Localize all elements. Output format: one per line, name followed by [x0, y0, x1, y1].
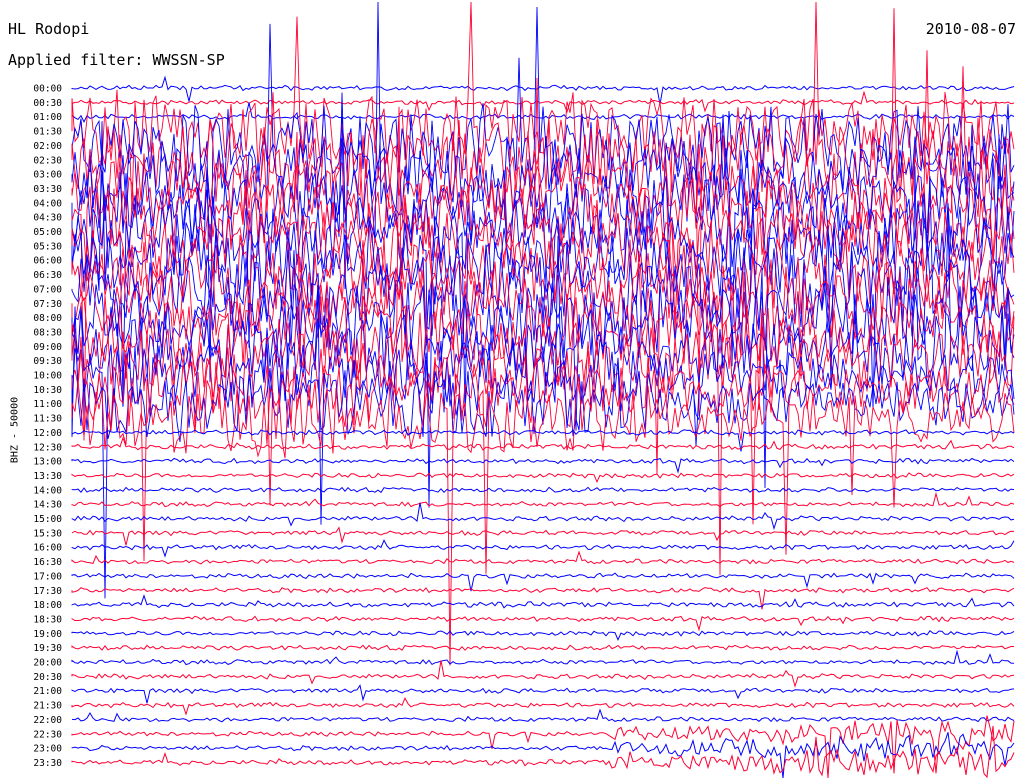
- trace-line: [71, 660, 1015, 688]
- time-tick-label: 17:30: [33, 586, 62, 597]
- time-tick-label: 10:30: [33, 385, 62, 396]
- time-tick-label: 02:00: [33, 141, 62, 152]
- time-tick-label: 04:30: [33, 213, 62, 224]
- time-tick-label: 14:00: [33, 485, 62, 496]
- time-tick-label: 15:30: [33, 528, 62, 539]
- time-tick-label: 13:00: [33, 457, 62, 468]
- time-tick-label: 14:30: [33, 500, 62, 511]
- time-tick-label: 05:30: [33, 241, 62, 252]
- trace-line: [71, 697, 1015, 716]
- helicorder-plot: 00:00 00:30 01:00 01:30 02:00 02:30 03:00 03:30…: [33, 1, 1015, 779]
- time-tick-label: 19:30: [33, 643, 62, 654]
- time-tick-label: 12:00: [33, 428, 62, 439]
- time-tick-label: 23:30: [33, 758, 62, 769]
- time-tick-label: 05:00: [33, 227, 62, 238]
- trace-line: [71, 644, 1014, 651]
- time-tick-label: 11:30: [33, 414, 62, 425]
- time-tick-label: 08:00: [33, 313, 62, 324]
- time-tick-label: 11:00: [33, 399, 62, 410]
- trace-line: [71, 615, 1015, 632]
- time-tick-label: 09:30: [33, 356, 62, 367]
- time-tick-label: 20:00: [33, 658, 62, 669]
- time-tick-label: 07:30: [33, 299, 62, 310]
- time-tick-label: 00:00: [33, 84, 62, 95]
- time-tick-label: 06:30: [33, 270, 62, 281]
- trace-group: [71, 1, 1015, 779]
- time-tick-label: 01:00: [33, 112, 62, 123]
- trace-line: [71, 708, 1015, 723]
- time-tick-label: 22:00: [33, 715, 62, 726]
- time-tick-label: 18:00: [33, 600, 62, 611]
- trace-line: [71, 732, 1015, 779]
- time-tick-label: 02:30: [33, 155, 62, 166]
- time-tick-label: 08:30: [33, 327, 62, 338]
- trace-line: [71, 550, 1015, 565]
- trace-line: [71, 486, 1015, 494]
- time-tick-label: 17:00: [33, 571, 62, 582]
- time-tick-label: 16:00: [33, 543, 62, 554]
- trace-line: [71, 526, 1015, 546]
- trace-line: [71, 472, 1015, 484]
- trace-line: [71, 436, 1015, 451]
- trace-line: [71, 594, 1015, 609]
- time-tick-label: 04:00: [33, 198, 62, 209]
- time-tick-label: 01:30: [33, 127, 62, 138]
- time-tick-label: 18:30: [33, 614, 62, 625]
- time-tick-label: 23:00: [33, 744, 62, 755]
- time-tick-label: 00:30: [33, 98, 62, 109]
- time-tick-label: 22:30: [33, 729, 62, 740]
- time-tick-label: 07:00: [33, 284, 62, 295]
- time-tick-label: 09:00: [33, 342, 62, 353]
- trace-line: [71, 587, 1015, 610]
- trace-line: [71, 457, 1015, 474]
- time-tick-label: 12:30: [33, 442, 62, 453]
- trace-line: [71, 572, 1015, 592]
- trace-line: [71, 539, 1015, 558]
- time-tick-label: 10:00: [33, 371, 62, 382]
- trace-line: [71, 502, 1015, 531]
- trace-line: [71, 491, 1015, 508]
- time-tick-label: 16:30: [33, 557, 62, 568]
- time-tick-label: 19:00: [33, 629, 62, 640]
- trace-line: [71, 629, 1015, 641]
- trace-line: [71, 684, 1015, 704]
- trace-line: [71, 715, 1015, 779]
- time-label-group: 00:00 00:30 01:00 01:30 02:00 02:30 03:00 03:30…: [33, 84, 62, 769]
- time-tick-label: 03:00: [33, 170, 62, 181]
- time-tick-label: 15:00: [33, 514, 62, 525]
- time-tick-label: 21:00: [33, 686, 62, 697]
- time-tick-label: 21:30: [33, 701, 62, 712]
- time-tick-label: 03:30: [33, 184, 62, 195]
- time-tick-label: 06:00: [33, 256, 62, 267]
- trace-line: [71, 649, 1015, 666]
- time-tick-label: 13:30: [33, 471, 62, 482]
- time-tick-label: 20:30: [33, 672, 62, 683]
